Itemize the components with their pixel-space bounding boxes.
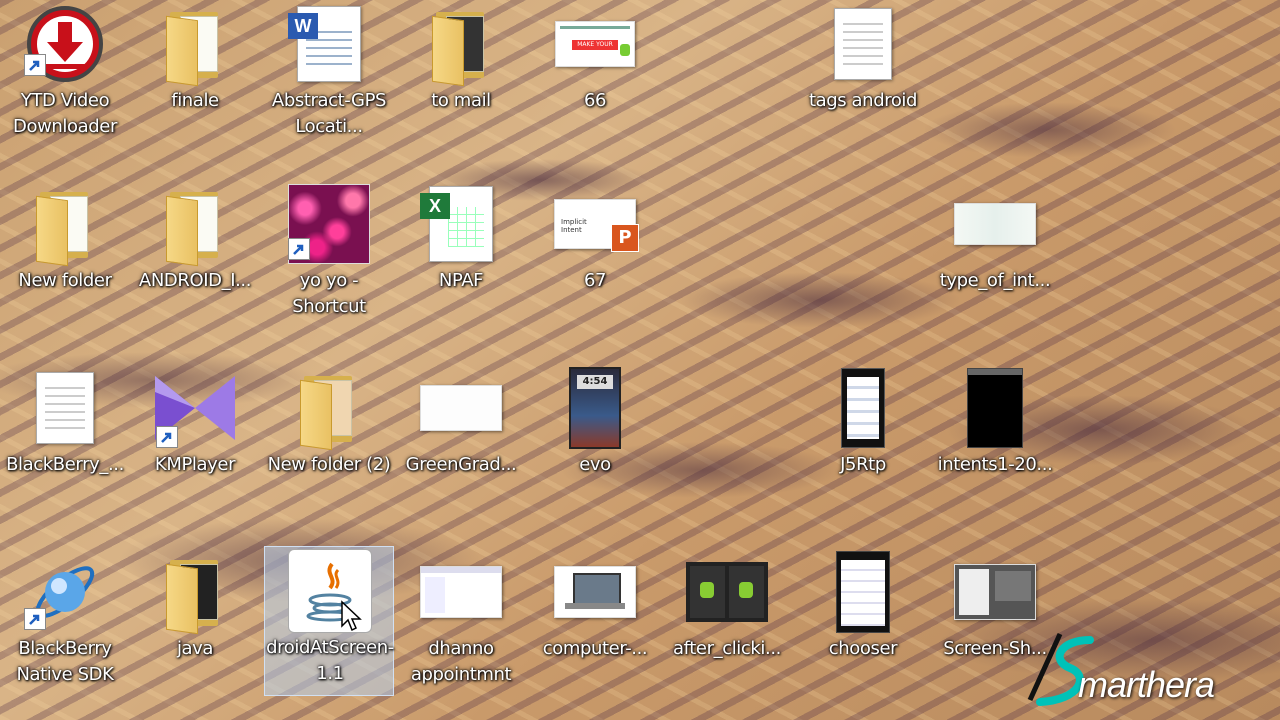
- phone-screenshot-icon: [967, 368, 1023, 448]
- desktop-icon-to-mail[interactable]: to mail: [396, 0, 526, 160]
- folder-icon: [36, 188, 94, 267]
- desktop-icon-66[interactable]: MAKE YOUR APP 66: [530, 0, 660, 160]
- icon-label: after_clicki...: [673, 638, 781, 659]
- folder-icon: [300, 372, 358, 451]
- icon-label: Abstract-GPS Locati...: [271, 90, 387, 137]
- desktop-icon-new-folder-2[interactable]: New folder (2): [264, 364, 394, 524]
- desktop-icon-after-clicking[interactable]: after_clicki...: [662, 548, 792, 708]
- desktop-icon-abstract-gps[interactable]: W Abstract-GPS Locati...: [264, 0, 394, 160]
- image-thumbnail-icon: [420, 566, 502, 618]
- icon-label: 67: [583, 270, 607, 291]
- icon-label: finale: [171, 90, 219, 111]
- smarthera-logo: marthera: [1020, 630, 1270, 710]
- desktop-icon-type-of-intent[interactable]: type_of_int...: [930, 180, 1060, 340]
- icon-label: KMPlayer: [154, 454, 236, 475]
- icon-label: 66: [583, 90, 607, 111]
- mouse-cursor-icon: [341, 600, 362, 632]
- desktop-icon-android-folder[interactable]: ANDROID_I...: [130, 180, 260, 340]
- icon-label: NPAF: [438, 270, 484, 291]
- desktop-icon-finale[interactable]: finale: [130, 0, 260, 160]
- desktop-icon-tags-android[interactable]: tags android: [798, 0, 928, 160]
- desktop-icon-67[interactable]: Implicit Intent P 67: [530, 180, 660, 340]
- shortcut-arrow-icon: [288, 238, 310, 260]
- icon-label: BlackBerry_...: [6, 454, 124, 475]
- icon-label: YTD Video Downloader: [13, 90, 117, 137]
- desktop-icon-chooser[interactable]: chooser: [798, 548, 928, 708]
- desktop-icon-new-folder[interactable]: New folder: [0, 180, 130, 340]
- icon-label: tags android: [808, 90, 918, 111]
- icon-label: yo yo - Shortcut: [292, 270, 366, 317]
- watermark-text: marthera: [1078, 664, 1215, 705]
- folder-icon: [166, 188, 224, 267]
- word-document-icon: W: [288, 6, 361, 82]
- image-thumbnail-icon: [420, 385, 502, 431]
- folder-icon: [166, 8, 224, 87]
- phone-screenshot-icon: [836, 551, 890, 633]
- icon-label: type_of_int...: [939, 270, 1051, 291]
- shortcut-arrow-icon: [24, 54, 46, 76]
- folder-icon: [166, 556, 224, 635]
- desktop-icon-blackberry-file[interactable]: BlackBerry_...: [0, 364, 130, 524]
- icon-label: java: [176, 638, 214, 659]
- shortcut-arrow-icon: [24, 608, 46, 630]
- desktop-icon-kmplayer[interactable]: KMPlayer: [130, 364, 260, 524]
- text-file-icon: [834, 8, 892, 80]
- icon-label: New folder: [18, 270, 112, 291]
- thumb-text: MAKE YOUR APP: [572, 40, 618, 58]
- icon-label: droidAtScreen-1.1: [266, 637, 394, 684]
- desktop-icon-npaf[interactable]: X NPAF: [396, 180, 526, 340]
- desktop-icon-j5rtp[interactable]: J5Rtp: [798, 364, 928, 524]
- android-screens-icon: [686, 562, 768, 622]
- icon-label: New folder (2): [267, 454, 391, 475]
- image-thumbnail-icon: MAKE YOUR APP: [555, 21, 635, 67]
- excel-document-icon: X: [420, 186, 493, 262]
- icon-label: GreenGrad...: [405, 454, 517, 475]
- desktop-icon-intents1[interactable]: intents1-20...: [930, 364, 1060, 524]
- icon-label: BlackBerry Native SDK: [16, 638, 114, 685]
- icon-label: J5Rtp: [840, 454, 886, 475]
- ytd-icon-wrap: [0, 0, 130, 88]
- icon-label: ANDROID_I...: [138, 270, 252, 291]
- desktop-icon-yo-yo-shortcut[interactable]: yo yo - Shortcut: [264, 180, 394, 340]
- icon-label: chooser: [828, 638, 898, 659]
- desktop-icon-droidatscreen[interactable]: droidAtScreen-1.1: [264, 546, 394, 696]
- desktop-icon-computer[interactable]: computer-...: [530, 548, 660, 708]
- shortcut-arrow-icon: [156, 426, 178, 448]
- desktop-icon-blackberry-native-sdk[interactable]: BlackBerry Native SDK: [0, 548, 130, 708]
- icon-label: computer-...: [542, 638, 648, 659]
- thumb-text: Implicit Intent: [561, 218, 587, 234]
- image-thumbnail-icon: [954, 203, 1036, 245]
- desktop-icon-ytd[interactable]: YTD Video Downloader: [0, 0, 130, 160]
- folder-icon: [432, 8, 490, 87]
- desktop-icon-greengrad[interactable]: GreenGrad...: [396, 364, 526, 524]
- icon-label: dhanno appointmnt: [410, 638, 512, 685]
- icon-label: intents1-20...: [937, 454, 1053, 475]
- powerpoint-document-icon: Implicit Intent P: [554, 199, 639, 252]
- desktop-icon-java-folder[interactable]: java: [130, 548, 260, 708]
- icon-label: evo: [579, 454, 611, 475]
- phone-screenshot-icon: [841, 368, 885, 448]
- icon-label: to mail: [431, 90, 491, 111]
- screenshot-image-icon: [954, 564, 1036, 620]
- phone-screenshot-icon: 4:54: [569, 367, 621, 449]
- thumb-text: 4:54: [577, 375, 613, 389]
- laptop-image-icon: [554, 566, 636, 618]
- desktop-icon-dhanno-appointmnt[interactable]: dhanno appointmnt: [396, 548, 526, 708]
- desktop-icon-evo[interactable]: 4:54 evo: [530, 364, 660, 524]
- desktop[interactable]: YTD Video Downloader finale W Abstract-G…: [0, 0, 1280, 720]
- text-file-icon: [36, 372, 94, 444]
